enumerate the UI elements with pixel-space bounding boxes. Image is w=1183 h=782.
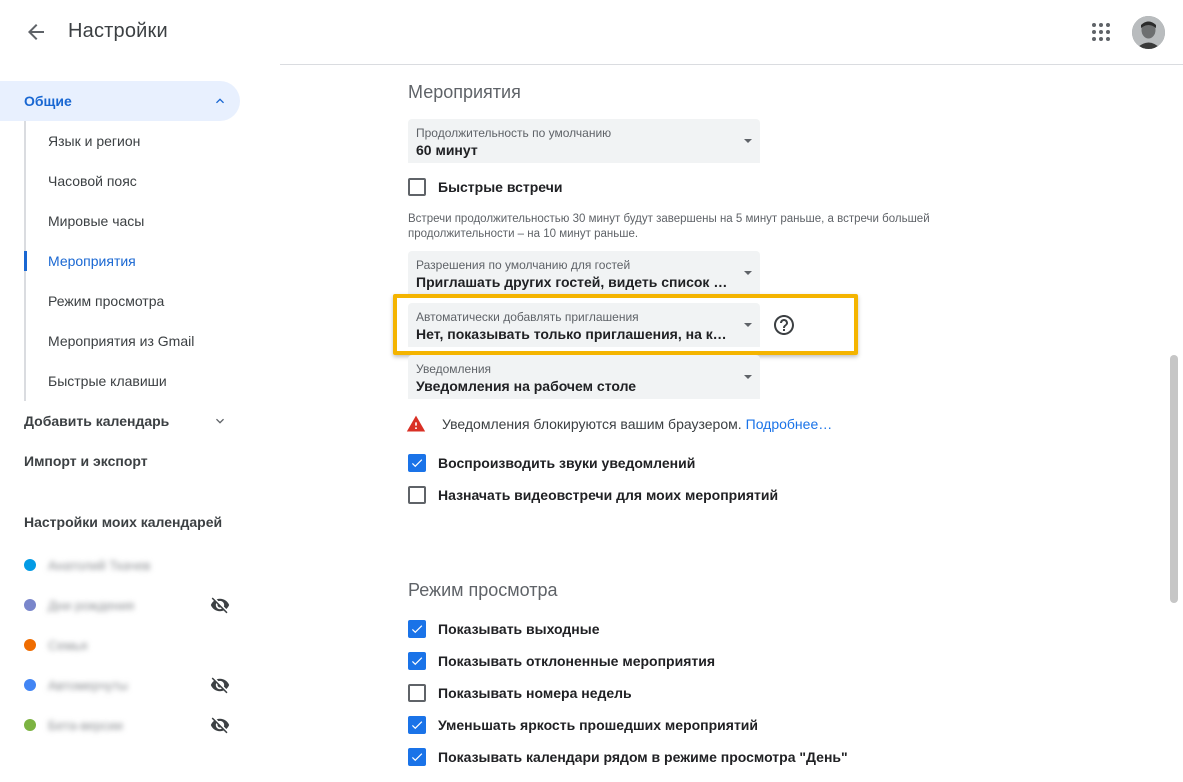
back-button[interactable] [20,16,52,48]
calendar-name: Семья [48,637,88,653]
select-label: Уведомления [416,362,492,376]
page-title: Настройки [68,20,168,42]
sidebar-item-timezone[interactable]: Часовой пояс [48,161,137,201]
checkbox-label: Воспроизводить звуки уведомлений [438,455,696,471]
dropdown-arrow-icon [744,139,752,143]
calendar-item[interactable]: Семья [24,625,244,665]
select-label: Разрешения по умолчанию для гостей [416,258,631,272]
warning-icon [406,415,426,432]
checkbox-unchecked[interactable] [408,486,426,504]
checkbox-checked[interactable] [408,716,426,734]
sidebar-item-gmail-events[interactable]: Мероприятия из Gmail [48,321,194,361]
checkbox-unchecked[interactable] [408,178,426,196]
checkbox-checked[interactable] [408,620,426,638]
sidebar-item-events[interactable]: Мероприятия [48,241,136,281]
warning-text: Уведомления блокируются вашим браузером. [442,416,742,432]
sidebar-item-general-label: Общие [24,93,72,109]
show-week-numbers-checkbox-row[interactable]: Показывать номера недель [408,681,632,705]
checkbox-label: Показывать отклоненные мероприятия [438,653,715,669]
sidebar-item-general[interactable]: Общие [0,81,240,121]
select-value: Приглашать других гостей, видеть список … [416,274,734,290]
auto-add-invites-select[interactable]: Автоматически добавлять приглашения Нет,… [408,303,760,347]
speedy-meetings-hint: Встречи продолжительностью 30 минут буду… [408,213,930,240]
checkbox-checked[interactable] [408,652,426,670]
select-value: Уведомления на рабочем столе [416,378,637,394]
calendar-item[interactable]: Бета-версии [24,705,244,745]
top-app-bar: Настройки [0,0,1183,64]
apps-grid-icon [1092,23,1110,41]
sidebar-item-view-options[interactable]: Режим просмотра [48,281,164,321]
checkmark-icon [411,625,423,634]
calendar-name: Автомерчуты [48,677,129,693]
sidebar-item-add-calendar[interactable]: Добавить календарь [24,401,169,441]
dropdown-arrow-icon [744,323,752,327]
guest-permissions-select[interactable]: Разрешения по умолчанию для гостей Пригл… [408,251,760,295]
default-duration-select[interactable]: Продолжительность по умолчанию 60 минут [408,119,760,163]
chevron-up-icon [216,98,224,104]
apps-button[interactable] [1085,16,1117,48]
header-divider [280,64,1183,65]
view-section-title: Режим просмотра [408,580,558,600]
checkbox-label: Показывать календари рядом в режиме прос… [438,749,848,765]
visibility-off-icon[interactable] [210,715,230,735]
select-label: Автоматически добавлять приглашения [416,310,639,324]
show-declined-checkbox-row[interactable]: Показывать отклоненные мероприятия [408,649,715,673]
active-indicator [24,251,27,271]
calendar-color-dot [24,639,36,651]
checkbox-checked[interactable] [408,748,426,766]
dropdown-arrow-icon [744,375,752,379]
checkbox-checked[interactable] [408,454,426,472]
checkmark-icon [411,721,423,730]
checkmark-icon [411,459,423,468]
calendar-name: Анатолий Ткачев [48,557,151,573]
show-weekends-checkbox-row[interactable]: Показывать выходные [408,617,600,641]
calendar-name: Дни рождения [48,597,135,613]
notifications-select[interactable]: Уведомления Уведомления на рабочем столе [408,355,760,399]
chevron-down-icon[interactable] [212,413,228,429]
arrow-back-icon [28,24,44,40]
play-sounds-checkbox-row[interactable]: Воспроизводить звуки уведомлений [408,451,695,475]
dim-past-events-checkbox-row[interactable]: Уменьшать яркость прошедших мероприятий [408,713,758,737]
side-by-side-day-checkbox-row[interactable]: Показывать календари рядом в режиме прос… [408,745,848,769]
visibility-off-icon[interactable] [210,595,230,615]
select-value: Нет, показывать только приглашения, на к… [416,326,734,342]
checkmark-icon [411,753,423,762]
calendar-color-dot [24,599,36,611]
calendar-item[interactable]: Анатолий Ткачев [24,545,244,585]
video-calls-checkbox-row[interactable]: Назначать видеовстречи для моих мероприя… [408,483,778,507]
sidebar-item-language[interactable]: Язык и регион [48,121,140,161]
settings-sidebar: Общие Язык и регион Часовой пояс Мировые… [0,64,280,782]
checkbox-unchecked[interactable] [408,684,426,702]
learn-more-link[interactable]: Подробнее… [746,416,833,432]
calendar-name: Бета-версии [48,717,123,733]
select-label: Продолжительность по умолчанию [416,126,612,140]
account-avatar[interactable] [1132,16,1165,49]
calendar-color-dot [24,559,36,571]
vertical-scrollbar[interactable] [1170,355,1178,603]
calendar-color-dot [24,719,36,731]
events-section-title: Мероприятия [408,82,521,102]
notifications-warning: Уведомления блокируются вашим браузером.… [406,412,832,436]
checkbox-label: Уменьшать яркость прошедших мероприятий [438,717,759,733]
sidebar-item-import-export[interactable]: Импорт и экспорт [24,441,148,481]
speedy-meetings-checkbox-row[interactable]: Быстрые встречи [408,175,562,199]
calendar-item[interactable]: Автомерчуты [24,665,244,705]
checkbox-label: Быстрые встречи [438,179,563,195]
select-value: 60 минут [416,142,478,158]
avatar-photo-icon [1132,16,1165,49]
calendar-color-dot [24,679,36,691]
checkbox-label: Показывать номера недель [438,685,632,701]
help-icon[interactable] [772,313,796,337]
dropdown-arrow-icon [744,271,752,275]
calendar-item[interactable]: Дни рождения [24,585,244,625]
my-calendars-heading: Настройки моих календарей [24,514,223,530]
checkbox-label: Назначать видеовстречи для моих мероприя… [438,487,779,503]
sidebar-item-world-clock[interactable]: Мировые часы [48,201,144,241]
visibility-off-icon[interactable] [210,675,230,695]
checkbox-label: Показывать выходные [438,621,600,637]
checkmark-icon [411,657,423,666]
sidebar-item-shortcuts[interactable]: Быстрые клавиши [48,361,167,401]
